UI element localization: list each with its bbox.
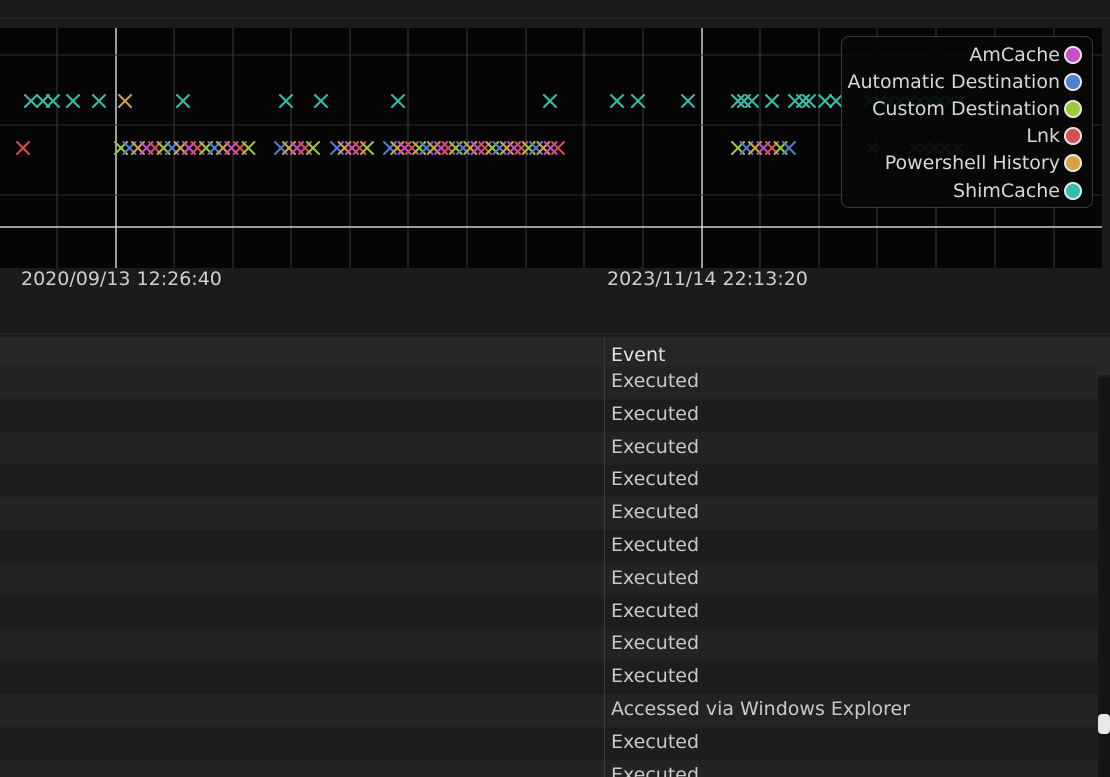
- table-row[interactable]: Executed: [0, 529, 1098, 563]
- legend-label: Lnk: [1026, 125, 1060, 148]
- table-row[interactable]: Executed: [0, 562, 1098, 596]
- table-row[interactable]: Executed: [0, 726, 1098, 760]
- legend-swatch: [1064, 45, 1082, 64]
- column-divider[interactable]: [604, 337, 605, 777]
- legend-swatch: [1064, 154, 1082, 173]
- event-cell: Executed: [611, 501, 700, 524]
- column-header-event[interactable]: Event: [611, 344, 665, 366]
- event-cell: Executed: [611, 533, 700, 556]
- event-cell: Executed: [611, 402, 700, 425]
- table-row[interactable]: Executed: [0, 628, 1098, 662]
- x-axis-tick-label: 2023/11/14 22:13:20: [607, 268, 808, 290]
- table-row[interactable]: Executed: [0, 366, 1098, 399]
- legend-entry-shimcache[interactable]: ShimCache: [842, 177, 1092, 204]
- legend-label: Powershell History: [884, 152, 1060, 175]
- legend-swatch: [1064, 72, 1082, 91]
- event-cell: Executed: [611, 665, 700, 688]
- event-cell: Accessed via Windows Explorer: [611, 697, 910, 720]
- events-table: Event Executed Executed Executed Executed Ex…: [0, 337, 1110, 777]
- table-row[interactable]: Executed: [0, 464, 1098, 498]
- legend-entry-amcache[interactable]: AmCache: [842, 41, 1092, 68]
- scrollbar-thumb[interactable]: [1098, 714, 1110, 734]
- event-cell: Executed: [611, 566, 700, 589]
- event-cell: Executed: [611, 468, 700, 491]
- table-row[interactable]: Executed: [0, 759, 1098, 777]
- legend-entry-automatic-destination[interactable]: Automatic Destination: [842, 68, 1092, 95]
- table-row[interactable]: Executed: [0, 595, 1098, 629]
- table-row[interactable]: Executed: [0, 661, 1098, 694]
- x-axis-tick-label: 2020/09/13 12:26:40: [21, 268, 222, 290]
- legend-entry-powershell-history[interactable]: Powershell History: [842, 150, 1092, 177]
- timeline-panel[interactable]: 2020/09/13 12:26:40 2023/11/14 22:13:20 …: [0, 0, 1110, 336]
- legend-label: AmCache: [969, 43, 1060, 66]
- event-cell: Executed: [611, 730, 700, 753]
- event-cell: Executed: [611, 370, 700, 392]
- event-cell: Executed: [611, 435, 700, 458]
- legend-entry-custom-destination[interactable]: Custom Destination: [842, 95, 1092, 122]
- table-row[interactable]: Accessed via Windows Explorer: [0, 693, 1098, 727]
- legend-entry-lnk[interactable]: Lnk: [842, 123, 1092, 150]
- legend-label: Automatic Destination: [847, 70, 1060, 93]
- table-body: Executed Executed Executed Executed Executed…: [0, 366, 1098, 777]
- event-cell: Executed: [611, 632, 700, 655]
- event-cell: Executed: [611, 763, 700, 777]
- legend-label: ShimCache: [953, 179, 1060, 202]
- legend-swatch: [1064, 181, 1082, 200]
- event-cell: Executed: [611, 599, 700, 622]
- legend-swatch: [1064, 99, 1082, 118]
- table-row[interactable]: Executed: [0, 431, 1098, 465]
- table-row[interactable]: Executed: [0, 497, 1098, 530]
- table-row[interactable]: Executed: [0, 398, 1098, 432]
- legend: AmCache Automatic Destination Custom Des…: [841, 36, 1093, 208]
- app-window: 2020/09/13 12:26:40 2023/11/14 22:13:20 …: [0, 0, 1110, 777]
- legend-label: Custom Destination: [872, 97, 1060, 120]
- legend-swatch: [1064, 127, 1082, 146]
